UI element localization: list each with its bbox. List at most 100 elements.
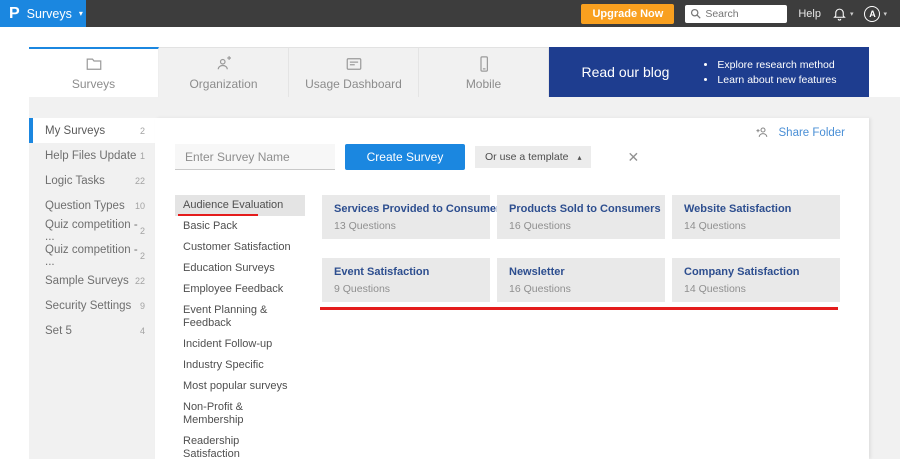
category-education-surveys[interactable]: Education Surveys (175, 258, 305, 279)
blog-bullet-list: Explore research method Learn about new … (703, 56, 836, 89)
create-survey-button[interactable]: Create Survey (345, 144, 465, 170)
category-label: Employee Feedback (183, 283, 284, 295)
brand-logo: P (9, 4, 20, 22)
category-industry-specific[interactable]: Industry Specific (175, 355, 305, 376)
sidebar-item-label: Logic Tasks (45, 174, 105, 187)
category-event-planning-feedback[interactable]: Event Planning & Feedback (175, 300, 305, 334)
sidebar-item-count: 4 (139, 325, 145, 336)
template-card[interactable]: Event Satisfaction 9 Questions (322, 258, 490, 302)
sidebar-item-logic-tasks[interactable]: Logic Tasks 22 (29, 168, 155, 193)
template-card[interactable]: Website Satisfaction 14 Questions (672, 195, 840, 239)
sidebar-item-label: Quiz competition - ... (45, 243, 138, 268)
blog-title: Read our blog (581, 64, 670, 80)
template-card-questions: 14 Questions (684, 220, 746, 232)
spacer-band (0, 27, 900, 47)
blog-bullet: Learn about new features (717, 74, 836, 86)
category-label: Non-Profit & Membership (183, 401, 244, 426)
sidebar-item-sample-surveys[interactable]: Sample Surveys 22 (29, 268, 155, 293)
sidebar-item-count: 2 (139, 250, 145, 261)
sidebar-item-label: Question Types (45, 199, 125, 212)
help-link[interactable]: Help (798, 8, 821, 20)
blog-bullet: Explore research method (717, 59, 836, 71)
sidebar-item-label: My Surveys (45, 124, 106, 137)
tab-label: Organization (189, 76, 258, 91)
category-label: Industry Specific (183, 359, 264, 371)
tab-organization[interactable]: Organization (159, 47, 289, 97)
category-basic-pack[interactable]: Basic Pack (175, 216, 305, 237)
sidebar-item-my-surveys[interactable]: My Surveys 2 (29, 118, 155, 143)
sidebar-item-quiz-competition-2[interactable]: Quiz competition - ... 2 (29, 243, 155, 268)
share-folder-button[interactable]: Share Folder (755, 125, 845, 140)
template-card[interactable]: Newsletter 16 Questions (497, 258, 665, 302)
template-card[interactable]: Company Satisfaction 14 Questions (672, 258, 840, 302)
category-label: Audience Evaluation (183, 199, 284, 211)
close-icon[interactable]: ✕ (627, 150, 639, 164)
category-label: Basic Pack (183, 220, 238, 232)
use-template-dropdown[interactable]: Or use a template ▴ (475, 146, 592, 168)
sidebar-item-security-settings[interactable]: Security Settings 9 (29, 293, 155, 318)
blog-banner[interactable]: Read our blog Explore research method Le… (549, 47, 869, 97)
sidebar-item-count: 2 (139, 225, 145, 236)
category-label: Most popular surveys (183, 380, 288, 392)
tab-mobile[interactable]: Mobile (419, 47, 549, 97)
account-menu[interactable]: A ▾ (864, 5, 887, 22)
template-card-questions: 13 Questions (334, 220, 396, 232)
sidebar-item-set-5[interactable]: Set 5 4 (29, 318, 155, 343)
category-audience-evaluation[interactable]: Audience Evaluation (175, 195, 305, 216)
category-incident-follow-up[interactable]: Incident Follow-up (175, 334, 305, 355)
template-card-title: Products Sold to Consumers (509, 203, 661, 215)
category-label: Event Planning & Feedback (183, 304, 268, 329)
upgrade-button[interactable]: Upgrade Now (581, 3, 675, 24)
sidebar-item-help-files-update[interactable]: Help Files Update 1 (29, 143, 155, 168)
tab-label: Usage Dashboard (305, 76, 402, 91)
sidebar-item-count: 22 (134, 175, 145, 186)
chevron-down-icon: ▾ (78, 8, 83, 18)
category-most-popular-surveys[interactable]: Most popular surveys (175, 376, 305, 397)
template-card-title: Newsletter (509, 266, 565, 278)
use-template-label: Or use a template (485, 151, 569, 163)
share-folder-label: Share Folder (778, 126, 845, 139)
category-label: Readership Satisfaction (183, 435, 240, 459)
search-box[interactable] (685, 4, 788, 23)
search-icon (690, 8, 702, 19)
sidebar-item-count: 1 (139, 150, 145, 161)
sidebar-item-count: 2 (139, 125, 145, 136)
template-card[interactable]: Products Sold to Consumers 16 Questions (497, 195, 665, 239)
sidebar-item-label: Help Files Update (45, 149, 137, 162)
category-non-profit-membership[interactable]: Non-Profit & Membership (175, 397, 305, 431)
tab-surveys[interactable]: Surveys (29, 47, 159, 97)
category-readership-satisfaction[interactable]: Readership Satisfaction (175, 431, 305, 459)
app-switcher[interactable]: P Surveys ▾ (0, 0, 86, 27)
template-card-title: Services Provided to Consumers (334, 203, 507, 215)
tab-usage-dashboard[interactable]: Usage Dashboard (289, 47, 419, 97)
phone-icon (475, 55, 493, 73)
notifications-menu[interactable]: ▾ (832, 6, 853, 21)
sidebar-item-count: 10 (134, 200, 145, 211)
template-card[interactable]: Services Provided to Consumers 13 Questi… (322, 195, 507, 239)
main-panel: Share Folder Create Survey Or use a temp… (155, 118, 869, 459)
page-margin (869, 97, 900, 459)
content-area: My Surveys 2 Help Files Update 1 Logic T… (29, 118, 869, 459)
annotation-red-line (320, 307, 838, 310)
topbar-actions: Upgrade Now Help ▾ A ▾ (581, 3, 900, 24)
folder-icon (85, 55, 103, 73)
avatar: A (864, 5, 881, 22)
sidebar-item-question-types[interactable]: Question Types 10 (29, 193, 155, 218)
category-label: Incident Follow-up (183, 338, 273, 350)
dashboard-icon (345, 55, 363, 73)
sidebar-item-label: Security Settings (45, 299, 132, 312)
sidebar-item-label: Sample Surveys (45, 274, 129, 287)
survey-name-input[interactable] (175, 144, 335, 170)
spacer-band (29, 97, 869, 118)
template-card-title: Website Satisfaction (684, 203, 792, 215)
sidebar-item-label: Quiz competition - ... (45, 218, 138, 243)
search-input[interactable] (705, 7, 786, 20)
category-customer-satisfaction[interactable]: Customer Satisfaction (175, 237, 305, 258)
folders-sidebar: My Surveys 2 Help Files Update 1 Logic T… (29, 118, 155, 459)
template-card-questions: 14 Questions (684, 283, 746, 295)
topbar: P Surveys ▾ Upgrade Now Help ▾ A ▾ (0, 0, 900, 27)
template-picker: Audience Evaluation Basic Pack Customer … (175, 195, 869, 459)
create-survey-row: Create Survey Or use a template ▴ ✕ (175, 144, 869, 170)
category-employee-feedback[interactable]: Employee Feedback (175, 279, 305, 300)
sidebar-item-quiz-competition-1[interactable]: Quiz competition - ... 2 (29, 218, 155, 243)
